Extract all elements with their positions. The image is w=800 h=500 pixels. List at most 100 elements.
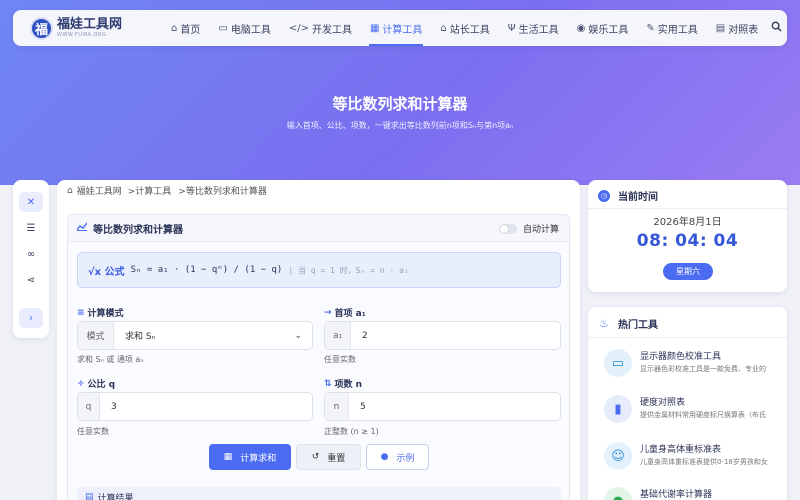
page-subtitle: 输入首项、公比、项数，一键求出等比数列前n项和Sₙ与第n项aₙ (286, 121, 514, 130)
breadcrumb-home[interactable]: 福娃工具网 (77, 184, 122, 197)
child-icon: ☺ (604, 442, 632, 470)
nav-item-home[interactable]: ⌂ 首页 (162, 10, 209, 46)
hot-tool-item[interactable]: ▮ 硬度对照表 提供金属材料常用硬度标尺换算表（布氏 (604, 393, 786, 429)
auto-calc-label: 自动计算 (522, 225, 559, 235)
calculator-title: 等比数列求和计算器 (93, 224, 183, 236)
home-icon: ⌂ (171, 22, 178, 34)
formula-box: √x 公式 Sₙ = a₁ · (1 − qⁿ) / (1 − q) | 当 q… (77, 252, 561, 288)
auto-calc-switch[interactable]: 自动计算 (498, 222, 559, 235)
hot-tool-item[interactable]: ● 基础代谢率计算器 (604, 485, 786, 500)
calculator-header: 等比数列求和计算器 自动计算 (68, 215, 569, 242)
home-icon: ⌂ (67, 185, 73, 196)
wrench-icon: ✎ (646, 22, 655, 34)
main-nav: ⌂ 首页 ▭ 电脑工具 </> 开发工具 ▦ 计算工具 ⌂ 站长工具 Ψ 生活工… (162, 10, 782, 46)
share-icon[interactable]: ⋖ (19, 270, 43, 290)
first-term-addon: a₁ (325, 322, 351, 349)
chevron-down-icon: ⌄ (294, 330, 302, 341)
formula-note: | 当 q = 1 时，Sₙ = n · a₁ (288, 265, 409, 275)
terms-value: 5 (360, 401, 366, 412)
calculator-icon: ▦ (223, 452, 233, 462)
hot-tool-item[interactable]: ▭ 显示器颜色校准工具 显示器色彩校准工具是一款免费、专业的 (604, 347, 786, 383)
nav-label: 生活工具 (518, 24, 559, 36)
logo-mark: 福 (30, 16, 53, 40)
tools-icon[interactable]: ✕ (19, 192, 43, 212)
ratio-hint: 任意实数 (77, 427, 109, 436)
code-icon: </> (288, 22, 309, 34)
hot-tool-item[interactable]: ☺ 儿童身高体重标准表 儿童身高体重标准表提供0-18岁男孩和女 (604, 440, 786, 476)
first-term-input[interactable]: a₁ 2 (324, 321, 561, 350)
nav-item-webmaster-tools[interactable]: ⌂ 站长工具 (431, 10, 498, 46)
nav-item-tables[interactable]: ▤ 对照表 (707, 10, 767, 46)
current-time: 08: 04: 04 (636, 231, 739, 251)
reset-button[interactable]: ↺ 重置 (296, 444, 361, 470)
clock-icon: ◷ (598, 189, 610, 202)
breadcrumb-current: >等比数列求和计算器 (178, 187, 267, 197)
terms-hint: 正整数 (n ≥ 1) (324, 427, 379, 436)
auto-calc-toggle[interactable] (498, 223, 517, 234)
chart-line-icon (76, 222, 88, 234)
mode-select[interactable]: 模式 求和 Sₙ ⌄ (77, 321, 313, 350)
terms-input[interactable]: n 5 (324, 392, 561, 421)
logo-domain: WWW.FUWA.ORG (57, 32, 107, 38)
breadcrumb-category[interactable]: >计算工具 (128, 184, 172, 197)
result-icon: ▤ (85, 492, 94, 500)
mode-addon: 模式 (78, 322, 114, 349)
clock-card: ◷ 当前时间 2026年8月1日 08: 04: 04 星期六 (588, 180, 787, 292)
terms-label: ⇅ 项数 n (324, 378, 363, 391)
sort-numeric-icon: ⇅ (324, 378, 332, 389)
mode-value: 求和 Sₙ (125, 332, 156, 342)
hot-tool-desc: 提供金属材料常用硬度标尺换算表（布氏 (640, 411, 766, 419)
terms-addon: n (325, 393, 349, 420)
clock-title: ◷ 当前时间 (598, 188, 658, 203)
first-term-value: 2 (362, 330, 368, 341)
hot-tool-desc: 儿童身高体重标准表提供0-18岁男孩和女 (640, 458, 768, 466)
computer-icon: ▭ (218, 22, 228, 34)
gamepad-icon: ◉ (576, 22, 586, 34)
search-icon[interactable] (771, 21, 782, 35)
first-term-label: → 首项 a₁ (324, 307, 366, 320)
mode-hint: 求和 Sₙ 或 通项 aₙ (77, 355, 144, 364)
formula-label: √x 公式 (88, 266, 125, 278)
nav-label: 开发工具 (311, 24, 352, 36)
sliders-icon: ≡ (77, 307, 85, 318)
hot-tool-name: 硬度对照表 (640, 398, 686, 408)
nav-label: 计算工具 (382, 24, 423, 36)
logo-title: 福娃工具网 (57, 17, 123, 32)
nav-label: 实用工具 (657, 24, 698, 36)
utensils-icon: Ψ (507, 22, 516, 34)
expand-chevron-icon[interactable]: › (19, 308, 43, 328)
calculator-icon: ▦ (369, 22, 380, 34)
nav-item-fun-tools[interactable]: ◉ 娱乐工具 (568, 10, 638, 46)
metabolism-icon: ● (604, 487, 632, 500)
nav-item-dev-tools[interactable]: </> 开发工具 (280, 10, 361, 46)
link-icon[interactable]: ∞ (19, 244, 43, 264)
lightbulb-icon: ● (380, 452, 389, 462)
calculator-card: 等比数列求和计算器 自动计算 √x 公式 Sₙ = a₁ · (1 − qⁿ) … (67, 214, 570, 500)
arrow-right-icon: → (324, 307, 332, 318)
fire-icon: ♨ (599, 317, 609, 330)
nav-item-life-tools[interactable]: Ψ 生活工具 (499, 10, 568, 46)
divide-icon: ÷ (77, 378, 85, 389)
nav-item-computer-tools[interactable]: ▭ 电脑工具 (209, 10, 279, 46)
site-logo[interactable]: 福 福娃工具网 WWW.FUWA.ORG (30, 16, 123, 40)
webmaster-icon: ⌂ (440, 22, 447, 34)
undo-icon: ↺ (311, 452, 320, 462)
nav-item-calc-tools[interactable]: ▦ 计算工具 (361, 10, 431, 46)
nav-item-practical-tools[interactable]: ✎ 实用工具 (637, 10, 706, 46)
top-navbar: 福 福娃工具网 WWW.FUWA.ORG ⌂ 首页 ▭ 电脑工具 </> 开发工… (13, 10, 787, 46)
hot-tool-name: 显示器颜色校准工具 (640, 352, 722, 362)
table-icon: ▤ (715, 22, 726, 34)
ratio-value: 3 (111, 401, 117, 412)
example-button[interactable]: ● 示例 (366, 444, 429, 470)
ratio-input[interactable]: q 3 (77, 392, 313, 421)
nav-label: 电脑工具 (230, 24, 271, 36)
calculate-button[interactable]: ▦ 计算求和 (209, 444, 291, 470)
list-icon[interactable]: ☰ (19, 218, 43, 238)
mode-label: ≡ 计算模式 (77, 307, 124, 320)
nav-label: 首页 (180, 24, 201, 36)
hot-tool-name: 基础代谢率计算器 (640, 490, 713, 500)
ratio-label: ÷ 公比 q (77, 378, 116, 391)
hardness-icon: ▮ (604, 395, 632, 423)
hot-tools-title: ♨ 热门工具 (599, 317, 658, 331)
page-title: 等比数列求和计算器 (332, 95, 468, 113)
